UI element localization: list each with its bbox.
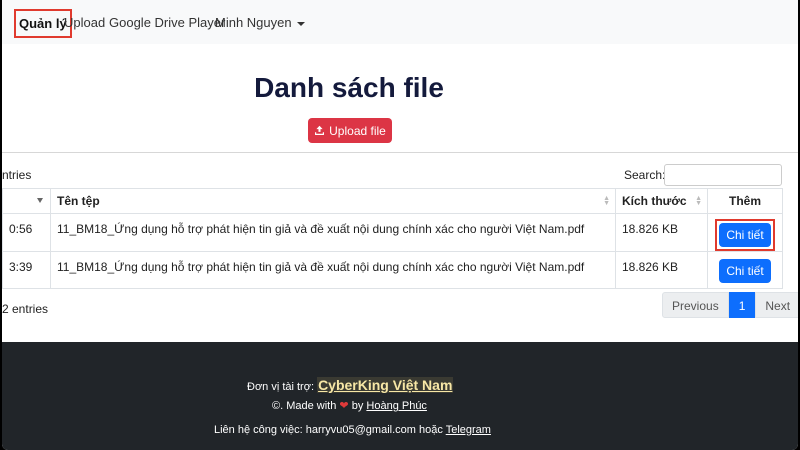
navbar: Quản lý Upload Google Drive Player Minh … <box>2 0 798 44</box>
divider <box>2 152 798 153</box>
sponsor-link[interactable]: CyberKing Việt Nam <box>317 377 454 393</box>
sort-desc-icon <box>37 198 43 203</box>
column-header-actions: Thêm <box>707 188 783 214</box>
page-1-button[interactable]: 1 <box>728 292 756 318</box>
heart-icon: ❤ <box>339 400 349 412</box>
table-header-row: Tên tệp ▲ ▼ Kích thước ▲ ▼ Thêm <box>2 188 783 214</box>
nav-upload[interactable]: Upload <box>64 15 105 30</box>
cell-size: 18.826 KB <box>615 251 708 289</box>
user-name: Minh Nguyen <box>215 15 292 30</box>
upload-file-label: Upload file <box>329 123 386 138</box>
made-with-line: ©. Made with ❤ by Hoàng Phúc <box>272 399 798 412</box>
cell-filename: 11_BM18_Ứng dụng hỗ trợ phát hiện tin gi… <box>50 213 616 252</box>
upload-icon <box>315 125 325 135</box>
previous-page-button[interactable]: Previous <box>662 292 729 318</box>
column-header-filename[interactable]: Tên tệp ▲ ▼ <box>50 188 616 214</box>
made-by-text: by <box>351 400 364 412</box>
entries-selector[interactable]: ntries <box>2 168 31 182</box>
cell-actions: Chi tiết <box>707 213 783 252</box>
page-title: Danh sách file <box>254 72 444 103</box>
search-input[interactable] <box>664 164 782 186</box>
cell-time: 3:39 <box>2 251 51 289</box>
browser-page: Quản lý Upload Google Drive Player Minh … <box>2 0 798 450</box>
sort-icon: ▲ ▼ <box>695 195 702 207</box>
column-header-time[interactable] <box>2 188 51 214</box>
search-label: Search: <box>624 168 666 182</box>
chevron-down-icon <box>296 21 305 26</box>
sponsor-line: Đơn vị tài trợ: CyberKing Việt Nam <box>247 377 798 393</box>
telegram-link[interactable]: Telegram <box>446 424 491 436</box>
pagination: Previous 1 Next <box>662 292 798 318</box>
made-with-text: ©. Made with <box>272 400 337 412</box>
cell-actions: Chi tiết <box>707 251 783 289</box>
nav-user-dropdown[interactable]: Minh Nguyen <box>215 15 305 30</box>
table-row: 0:56 11_BM18_Ứng dụng hỗ trợ phát hiện t… <box>2 213 783 252</box>
sponsor-label: Đơn vị tài trợ: <box>247 381 314 393</box>
sort-icon: ▲ ▼ <box>603 195 610 207</box>
cell-size: 18.826 KB <box>615 213 708 252</box>
detail-button[interactable]: Chi tiết <box>719 259 771 283</box>
file-table: Tên tệp ▲ ▼ Kích thước ▲ ▼ Thêm 0:56 11_BM18… <box>2 188 783 289</box>
upload-file-button[interactable]: Upload file <box>308 118 392 143</box>
author-link[interactable]: Hoàng Phúc <box>366 400 427 412</box>
table-row: 3:39 11_BM18_Ứng dụng hỗ trợ phát hiện t… <box>2 251 783 289</box>
detail-button[interactable]: Chi tiết <box>719 223 771 247</box>
column-header-size[interactable]: Kích thước ▲ ▼ <box>615 188 708 214</box>
highlight-box: Chi tiết <box>715 219 775 251</box>
nav-google-drive-player[interactable]: Google Drive Player <box>109 15 225 30</box>
entries-info: 2 entries <box>2 302 49 316</box>
footer: Đơn vị tài trợ: CyberKing Việt Nam ©. Ma… <box>2 342 798 450</box>
next-page-button[interactable]: Next <box>755 292 798 318</box>
cell-time: 0:56 <box>2 213 51 252</box>
cell-filename: 11_BM18_Ứng dụng hỗ trợ phát hiện tin gi… <box>50 251 616 289</box>
contact-line: Liên hệ công việc: harryvu05@gmail.com h… <box>214 424 798 436</box>
contact-text: Liên hệ công việc: harryvu05@gmail.com h… <box>214 424 443 436</box>
